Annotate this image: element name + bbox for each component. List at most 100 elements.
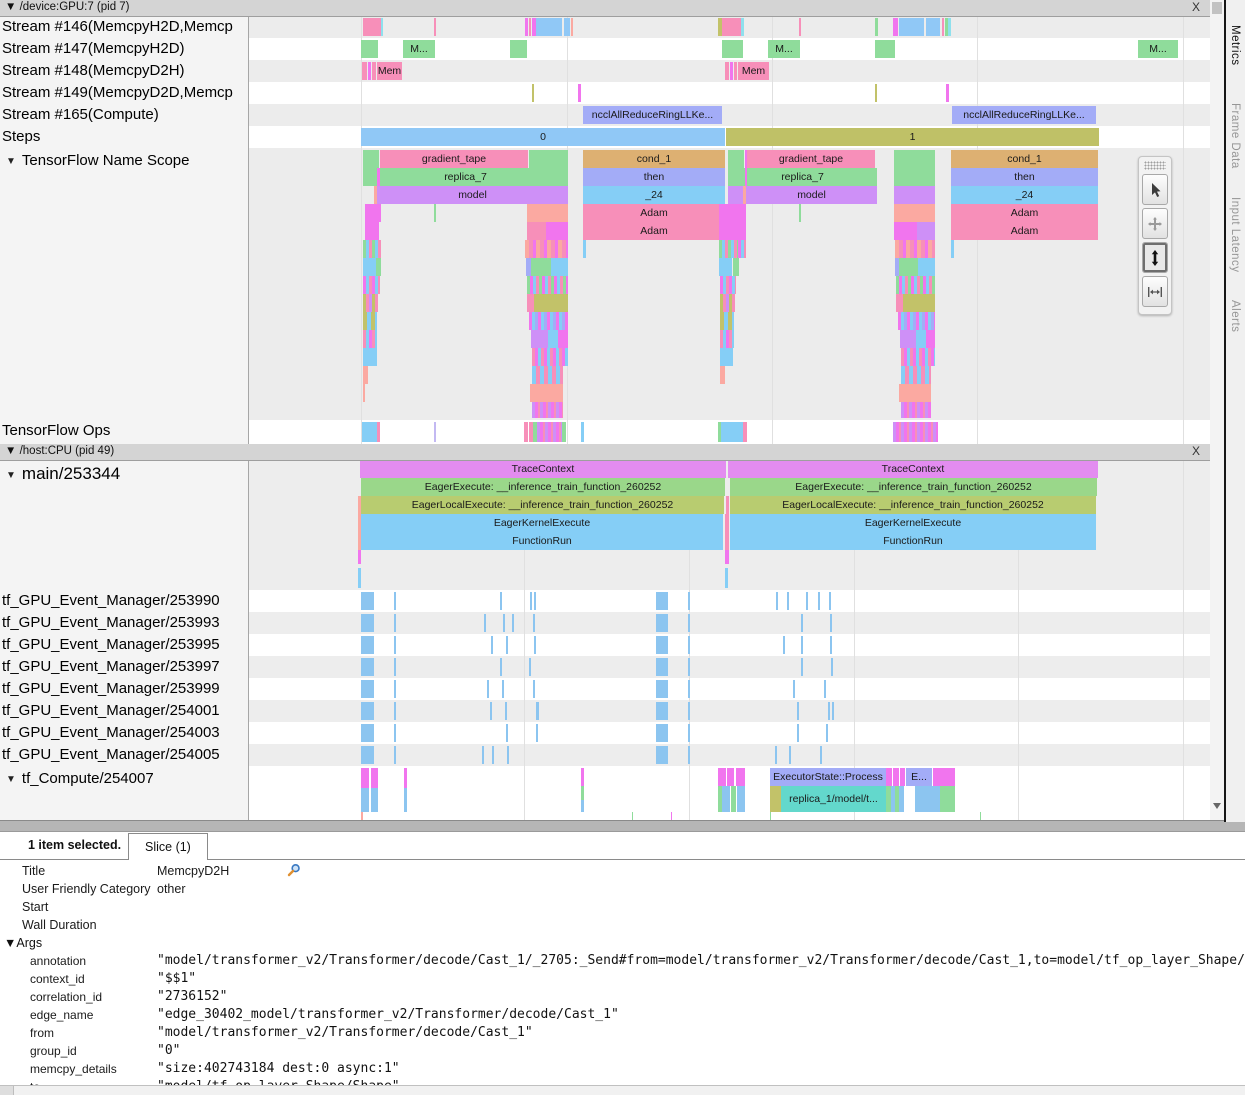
trace-event-block[interactable] [525,240,568,258]
trace-event-block[interactable] [719,150,723,168]
trace-event-block[interactable] [365,204,381,222]
trace-event-block[interactable] [536,724,538,742]
trace-event-block[interactable] [578,84,581,102]
trace-event-block[interactable] [720,348,733,366]
trace-event-block[interactable] [948,18,951,36]
trace-event-block[interactable] [358,550,361,564]
args-section-header[interactable]: ▼Args [0,934,1245,952]
trace-event-block[interactable] [797,724,799,742]
trace-event-block[interactable] [728,150,744,168]
trace-event-block[interactable]: Adam [951,222,1098,240]
trace-event-block[interactable] [394,592,396,610]
side-tab-alerts[interactable]: Alerts [1229,300,1241,332]
trace-event-block[interactable]: M... [1138,40,1178,58]
trace-event-block[interactable] [371,768,378,788]
trace-event-block[interactable]: Mem [738,62,769,80]
trace-event-block[interactable] [770,786,781,812]
trace-event-block[interactable]: EagerKernelExecute [361,514,723,532]
trace-event-block[interactable] [363,348,377,366]
trace-event-block[interactable] [583,240,586,258]
trace-event-block[interactable] [787,592,789,610]
trace-event-block[interactable] [492,746,494,764]
trace-event-block[interactable] [894,222,917,240]
trace-event-block[interactable] [363,330,377,348]
trace-event-block[interactable] [896,294,903,312]
trace-event-block[interactable] [895,240,935,258]
trace-event-block[interactable] [893,18,898,36]
trace-event-block[interactable] [797,702,799,720]
trace-event-block[interactable] [738,240,746,258]
trace-event-block[interactable] [799,18,801,36]
trace-event-block[interactable] [581,786,584,800]
trace-event-block[interactable] [688,702,690,720]
trace-event-block[interactable] [534,592,536,610]
trace-event-block[interactable] [532,348,568,366]
trace-event-block[interactable] [527,204,568,222]
trace-event-block[interactable] [394,746,396,764]
trace-event-block[interactable] [434,18,436,36]
trace-event-block[interactable] [527,276,568,294]
trace-event-block[interactable] [558,330,568,348]
scrollbar-thumb[interactable] [1212,2,1222,14]
trace-event-block[interactable]: EagerLocalExecute: __inference_train_fun… [361,496,724,514]
trace-event-block[interactable] [656,658,668,676]
trace-event-block[interactable] [901,402,931,418]
trace-event-block[interactable] [361,812,363,820]
trace-event-block[interactable] [688,614,690,632]
trace-event-block[interactable] [688,746,690,764]
expand-triangle-icon[interactable]: ▼ [6,470,16,481]
trace-event-block[interactable] [564,18,570,36]
trace-event-block[interactable] [507,746,509,764]
trace-event-block[interactable] [512,614,514,632]
toolbar-drag-handle[interactable] [1144,161,1166,170]
trace-event-block[interactable] [899,384,931,402]
trace-event-block[interactable] [363,312,377,330]
trace-event-block[interactable] [487,680,489,698]
trace-event-block[interactable] [737,786,745,812]
trace-event-block[interactable] [532,402,563,418]
trace-event-block[interactable] [917,222,935,240]
trace-event-block[interactable] [371,788,378,812]
trace-event-block[interactable] [381,18,383,36]
trace-event-block[interactable] [719,258,732,276]
trace-event-block[interactable] [720,330,734,348]
trace-event-block[interactable] [368,62,371,80]
trace-event-block[interactable] [361,680,374,698]
trace-event-block[interactable]: ncclAllReduceRingLLKe... [583,106,722,124]
row-label-main[interactable]: ▼main/253344 [2,464,246,484]
trace-event-block[interactable] [533,614,535,632]
trace-event-block[interactable] [506,724,508,742]
trace-event-block[interactable] [510,40,527,58]
trace-event-block[interactable] [527,222,546,240]
trace-event-block[interactable] [722,40,743,58]
trace-event-block[interactable] [404,788,407,812]
row-label-compute[interactable]: ▼tf_Compute/254007 [2,770,246,787]
trace-event-block[interactable] [361,614,374,632]
trace-event-block[interactable]: E... [906,768,932,786]
trace-event-block[interactable] [529,150,568,168]
zoom-tool-button[interactable] [1142,242,1168,273]
trace-event-block[interactable] [530,592,532,610]
trace-event-block[interactable] [725,532,729,550]
tab-slice[interactable]: Slice (1) [128,833,208,860]
trace-event-block[interactable] [500,592,502,610]
trace-event-block[interactable] [831,658,833,676]
trace-event-block[interactable] [926,18,940,36]
trace-event-block[interactable] [394,614,396,632]
trace-event-block[interactable] [826,724,828,742]
expand-triangle-icon[interactable]: ▼ [6,156,16,167]
trace-event-block[interactable] [801,658,803,676]
trace-event-block[interactable] [491,636,493,654]
trace-event-block[interactable] [793,680,795,698]
trace-event-block[interactable] [727,768,734,786]
trace-event-block[interactable] [376,258,381,276]
trace-event-block[interactable] [725,62,729,80]
trace-event-block[interactable]: 1 [726,128,1099,146]
trace-event-block[interactable] [830,614,832,632]
trace-event-block[interactable] [875,18,878,36]
trace-event-block[interactable] [581,800,584,812]
trace-event-block[interactable] [581,768,584,786]
trace-event-block[interactable] [531,330,548,348]
trace-event-block[interactable] [720,294,735,312]
trace-event-block[interactable] [365,222,379,240]
